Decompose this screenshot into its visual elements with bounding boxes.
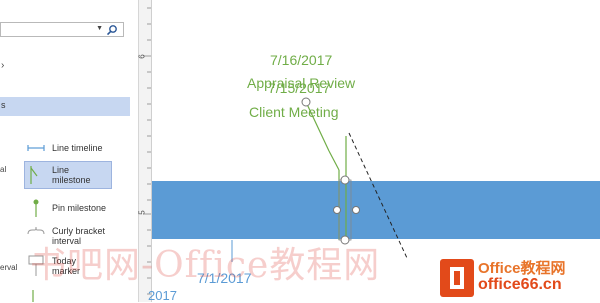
pane-fragment-erval: erval bbox=[0, 263, 18, 272]
ruler-number-6: 6 bbox=[137, 54, 147, 59]
timeline-date-partial: 2017 bbox=[148, 288, 177, 303]
selection-handle-left[interactable] bbox=[333, 206, 341, 214]
stencil-category-label: s bbox=[1, 100, 6, 110]
watermark-url: office66.cn bbox=[478, 276, 562, 293]
pane-fragment-al: al bbox=[0, 165, 7, 174]
pin-milestone-icon bbox=[33, 199, 39, 217]
line-timeline-label: Line timeline bbox=[52, 143, 103, 153]
line-milestone-label: Line milestone bbox=[52, 165, 91, 185]
milestone-leader-line-2[interactable] bbox=[328, 150, 340, 171]
shape-line-milestone[interactable]: Line milestone bbox=[24, 161, 112, 189]
search-icon[interactable] bbox=[106, 24, 118, 36]
shape-pin-milestone[interactable]: Pin milestone bbox=[0, 197, 130, 221]
selection-handle-upper[interactable] bbox=[340, 175, 350, 185]
chevron-down-icon[interactable]: ▼ bbox=[96, 25, 103, 32]
search-input[interactable]: ▼ bbox=[0, 22, 124, 37]
milestone-1-date[interactable]: 7/16/2017 bbox=[270, 52, 332, 68]
milestone-2-name[interactable]: Client Meeting bbox=[249, 104, 339, 120]
milestone-2-date[interactable]: 7/15/2017 bbox=[268, 80, 330, 96]
line-milestone-icon bbox=[30, 166, 38, 184]
pin-milestone-label: Pin milestone bbox=[52, 203, 107, 213]
line-timeline-icon bbox=[27, 145, 45, 151]
watermark-chinese-text: 书吧网-Office教程网 bbox=[30, 245, 381, 286]
more-shapes-icon bbox=[32, 290, 34, 302]
ruler-number-5: 5 bbox=[137, 210, 147, 215]
shape-line-timeline[interactable]: Line timeline bbox=[0, 136, 130, 160]
selection-handle-right[interactable] bbox=[352, 206, 360, 214]
watermark-brand: Office教程网 bbox=[478, 260, 566, 277]
pane-fragment-arrow: › bbox=[1, 60, 5, 71]
stencil-category-selected[interactable]: s bbox=[0, 97, 130, 116]
